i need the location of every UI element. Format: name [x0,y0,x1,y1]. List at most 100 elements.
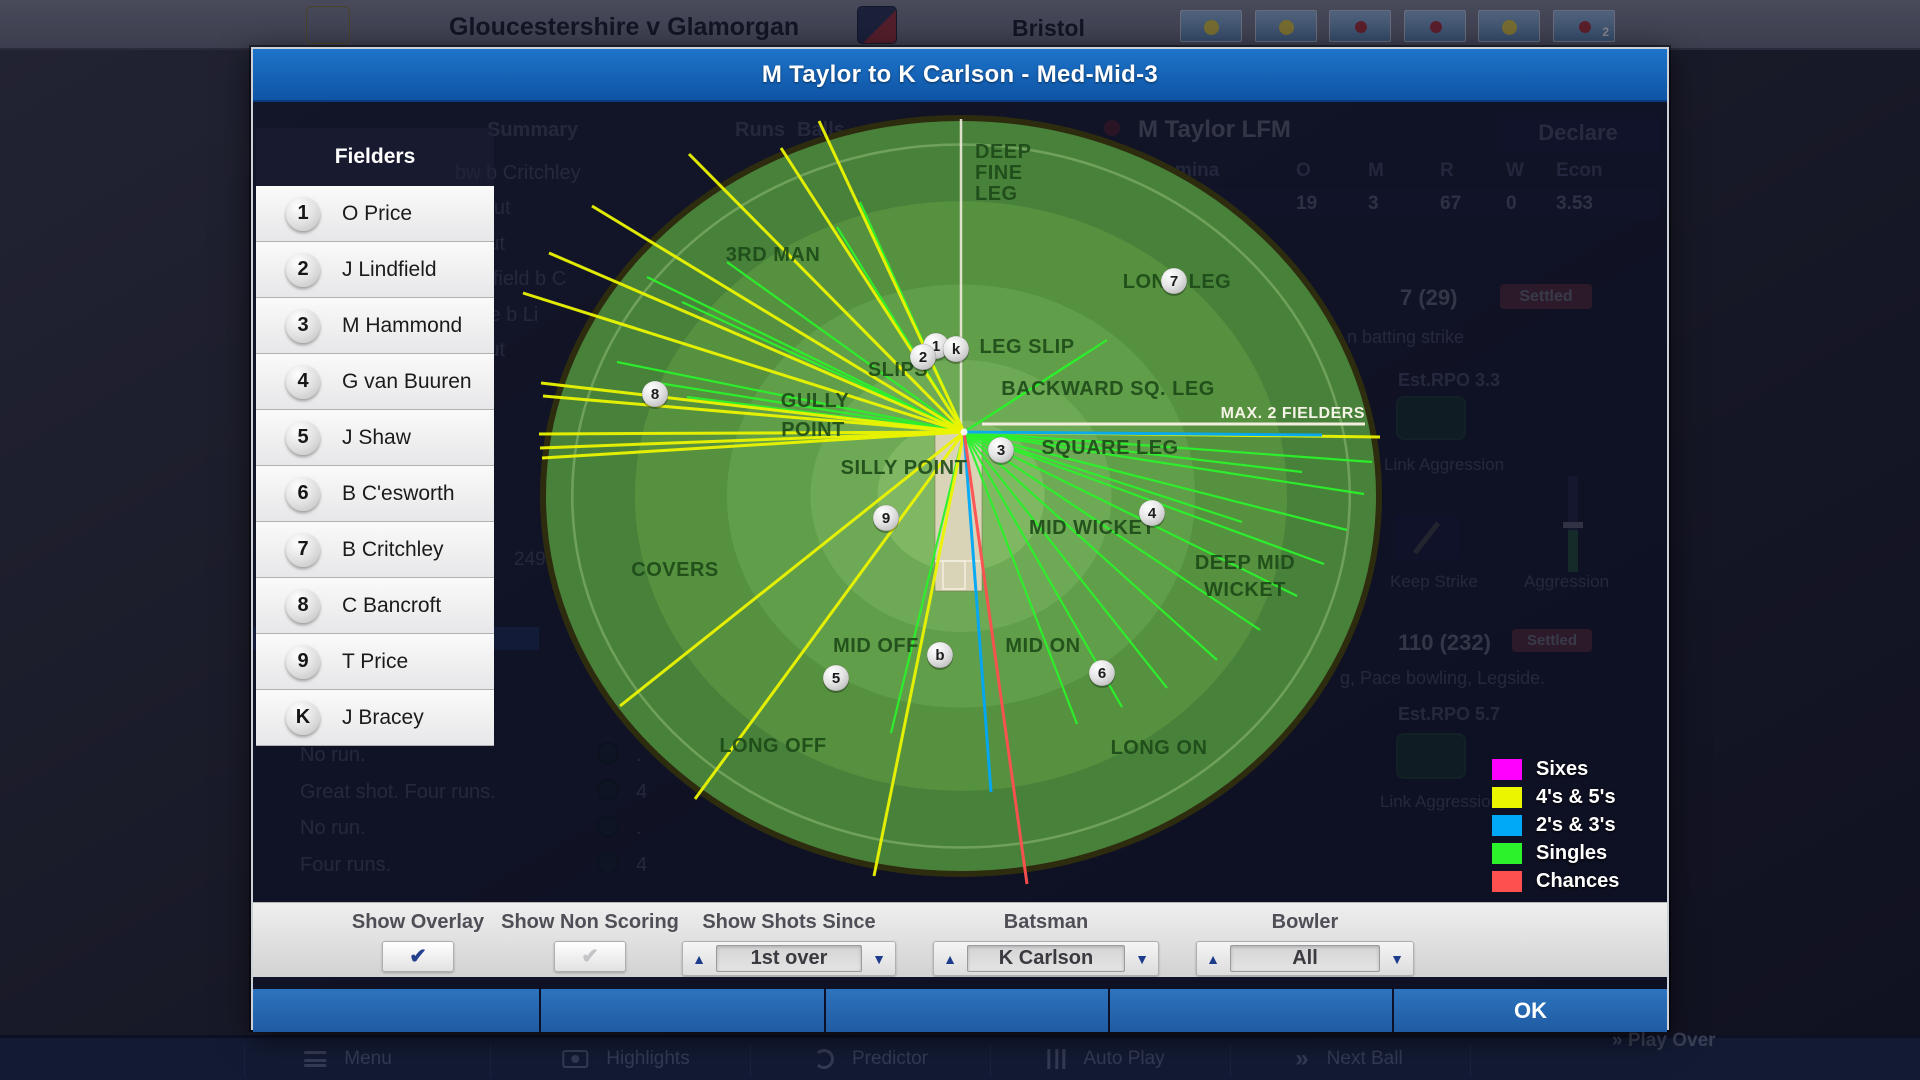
max-fielders-label: MAX. 2 FIELDERS [1221,405,1365,422]
fielder-name: M Hammond [342,314,462,338]
position-label: DEEP MID [1195,552,1295,574]
fielder-marker-9[interactable]: 9 [873,505,899,533]
legend-label: Sixes [1536,758,1588,781]
marker-label: 4 [1148,505,1157,522]
position-label: 3RD MAN [726,244,821,266]
dialog-title: M Taylor to K Carlson - Med-Mid-3 [253,49,1667,102]
legend-row: Singles [1492,839,1619,867]
check-icon: ✔ [581,946,599,967]
fielder-list-item[interactable]: 3 M Hammond [256,298,494,354]
stepper-up-icon[interactable]: ▲ [1197,951,1229,967]
show-overlay-checkbox[interactable]: ✔ [382,941,454,972]
fielder-list-item[interactable]: 9 T Price [256,634,494,690]
fielder-list-item[interactable]: 6B C'esworth [256,466,494,522]
sixes-swatch [1492,759,1522,780]
fielder-marker-3[interactable]: 3 [988,437,1014,465]
fielder-name: J Lindfield [342,258,437,282]
fielder-number-badge: 1 [286,197,320,231]
shots-since-stepper: ▲ 1st over ▼ [682,941,896,976]
legend-label: 2's & 3's [1536,814,1616,837]
position-label: MID ON [1005,635,1080,657]
fielder-marker-8[interactable]: 8 [642,381,668,409]
legend-label: Chances [1536,870,1619,893]
fielders-panel-header: Fielders [256,128,494,186]
bowler-stepper: ▲ All ▼ [1196,941,1414,976]
marker-label: 6 [1098,665,1106,682]
batsman-value[interactable]: K Carlson [967,945,1125,972]
show-shots-since-label: Show Shots Since [702,911,875,934]
stepper-up-icon[interactable]: ▲ [934,951,966,967]
marker-label: 3 [997,442,1005,459]
legend-row: 2's & 3's [1492,811,1619,839]
legend-label: Singles [1536,842,1607,865]
position-label: SQUARE LEG [1041,437,1178,459]
fielder-list-item[interactable]: 4 G van Buuren [256,354,494,410]
fielder-marker-5[interactable]: 5 [823,665,849,693]
position-label: MID WICKET [1029,517,1155,539]
fielder-marker-k[interactable]: k [943,336,969,364]
fielder-list-item[interactable]: 1 O Price [256,186,494,242]
fielder-name: T Price [342,650,408,674]
show-non-scoring-control: Show Non Scoring ✔ [480,911,700,972]
fielder-number-badge: 8 [286,589,320,623]
fielder-number-badge: 9 [286,645,320,679]
fielder-number-badge: 4 [286,365,320,399]
stepper-up-icon[interactable]: ▲ [683,951,715,967]
fielder-marker-6[interactable]: 6 [1089,660,1115,688]
footer-button-3[interactable] [826,989,1110,1032]
ok-button[interactable]: OK [1394,989,1667,1032]
chances-swatch [1492,871,1522,892]
footer-button-1[interactable] [253,989,541,1032]
show-non-scoring-checkbox[interactable]: ✔ [554,941,626,972]
position-label: GULLY [781,390,850,412]
fielder-marker-b[interactable]: b [927,642,953,670]
position-label: BACKWARD SQ. LEG [1001,378,1215,400]
fielder-number-badge: 6 [286,477,320,511]
position-label: LONG OFF [719,735,826,757]
legend-row: Chances [1492,867,1619,895]
fielders-panel: Fielders 1 O Price 2J Lindfield 3 M Hammond 4… [256,128,494,746]
fielder-marker-2[interactable]: 2 [910,344,936,372]
position-label: POINT [781,419,845,441]
fielder-name: J Shaw [342,426,411,450]
fielder-name: C Bancroft [342,594,441,618]
shot-origin [961,429,968,436]
fielder-list-item[interactable]: KJ Bracey [256,690,494,746]
footer-button-2[interactable] [541,989,826,1032]
bowler-value[interactable]: All [1230,945,1380,972]
fours-swatch [1492,787,1522,808]
marker-label: b [935,647,944,664]
legend-label: 4's & 5's [1536,786,1616,809]
bowler-control: Bowler ▲ All ▼ [1196,911,1414,976]
position-label: LEG [975,183,1018,205]
bowler-label: Bowler [1272,911,1339,934]
fielder-list-item[interactable]: 2J Lindfield [256,242,494,298]
position-label: WICKET [1204,579,1286,601]
fielder-marker-7[interactable]: 7 [1161,268,1187,296]
fielder-name: O Price [342,202,412,226]
footer-button-4[interactable] [1110,989,1394,1032]
batsman-control: Batsman ▲ K Carlson ▼ [933,911,1159,976]
batsman-label: Batsman [1004,911,1088,934]
fielder-list-item[interactable]: 5 J Shaw [256,410,494,466]
stepper-down-icon[interactable]: ▼ [863,951,895,967]
fielder-number-badge: 3 [286,309,320,343]
fielder-name: B Critchley [342,538,444,562]
show-shots-since-control: Show Shots Since ▲ 1st over ▼ [682,911,896,976]
screen: Gloucestershire v Glamorgan Bristol 2 Su… [0,0,1920,1080]
position-label: LONG ON [1111,737,1208,759]
marker-label: 7 [1170,273,1178,290]
footer-buttons: OK [253,989,1667,1032]
marker-label: 5 [832,670,840,687]
check-icon: ✔ [409,946,427,967]
shots-since-value[interactable]: 1st over [716,945,862,972]
fielder-number-badge: 5 [286,421,320,455]
position-label: SILLY POINT [841,457,968,479]
position-label: LEG SLIP [979,336,1074,358]
fielder-list-item[interactable]: 8 C Bancroft [256,578,494,634]
stepper-down-icon[interactable]: ▼ [1381,951,1413,967]
fielder-name: G van Buuren [342,370,472,394]
fielder-list-item[interactable]: 7B Critchley [256,522,494,578]
stepper-down-icon[interactable]: ▼ [1126,951,1158,967]
fielder-marker-4[interactable]: 4 [1139,500,1165,528]
